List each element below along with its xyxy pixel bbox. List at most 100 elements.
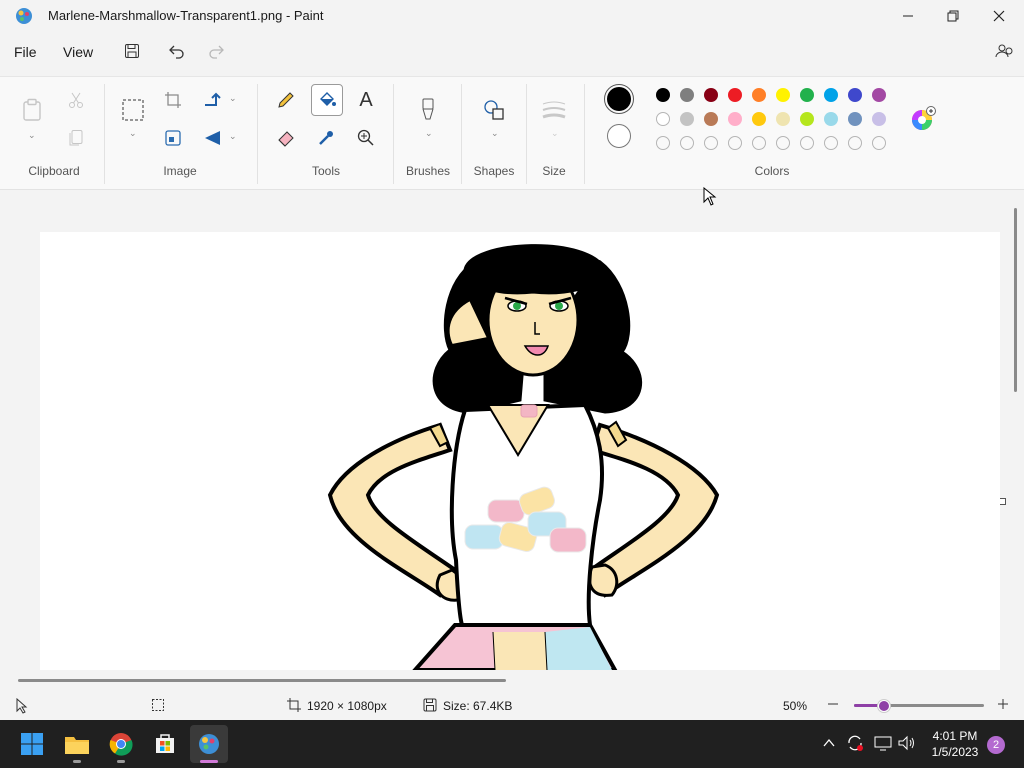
clock-time[interactable]: 4:01 PM <box>925 729 985 743</box>
canvas-dimensions: 1920 × 1080px <box>307 699 387 713</box>
palette-color-swatch[interactable] <box>728 88 742 102</box>
flip-dropdown-icon[interactable]: ⌄ <box>229 131 237 142</box>
flip-button[interactable] <box>198 124 226 152</box>
clock-date[interactable]: 1/5/2023 <box>925 745 985 759</box>
magnifier-button[interactable] <box>352 124 380 152</box>
custom-color-slot[interactable] <box>680 136 694 150</box>
copy-button[interactable] <box>62 124 90 152</box>
select-dropdown-icon[interactable]: ⌄ <box>129 128 137 139</box>
primary-color-button[interactable] <box>604 84 634 114</box>
canvas-resize-handle[interactable] <box>999 498 1006 505</box>
network-icon[interactable] <box>873 735 893 756</box>
rotate-button[interactable] <box>198 86 226 114</box>
brushes-button[interactable] <box>414 96 442 124</box>
cut-button[interactable] <box>62 86 90 114</box>
chrome-taskbar-button[interactable] <box>104 727 138 761</box>
paint-app-icon <box>14 6 34 26</box>
palette-color-swatch[interactable] <box>656 112 670 126</box>
edit-colors-button[interactable] <box>910 106 936 132</box>
custom-color-slot[interactable] <box>752 136 766 150</box>
notification-badge[interactable]: 2 <box>987 736 1005 754</box>
window-title: Marlene-Marshmallow-Transparent1.png - P… <box>48 8 324 23</box>
custom-color-slot[interactable] <box>704 136 718 150</box>
palette-color-swatch[interactable] <box>800 88 814 102</box>
paste-button[interactable] <box>18 96 46 124</box>
redo-icon <box>209 45 224 59</box>
palette-color-swatch[interactable] <box>824 88 838 102</box>
paint-taskbar-button[interactable] <box>190 725 228 763</box>
restore-button[interactable] <box>930 0 976 32</box>
account-button[interactable] <box>992 39 1016 63</box>
view-menu[interactable]: View <box>59 42 97 62</box>
size-dropdown-icon[interactable]: ⌄ <box>551 128 559 139</box>
shapes-button[interactable] <box>480 96 508 124</box>
palette-color-swatch[interactable] <box>680 88 694 102</box>
sync-status-icon[interactable] <box>845 734 865 757</box>
palette-color-swatch[interactable] <box>848 88 862 102</box>
zoom-slider[interactable] <box>854 704 984 707</box>
color-picker-button[interactable] <box>312 124 340 152</box>
palette-color-swatch[interactable] <box>656 88 670 102</box>
brushes-dropdown-icon[interactable]: ⌄ <box>425 128 433 139</box>
zoom-level[interactable]: 50% <box>783 699 807 713</box>
text-button[interactable]: A <box>352 86 380 114</box>
save-button[interactable] <box>120 39 144 63</box>
undo-button[interactable] <box>165 39 189 63</box>
palette-color-swatch[interactable] <box>800 112 814 126</box>
start-button[interactable] <box>15 727 49 761</box>
colors-group-label: Colors <box>754 164 790 178</box>
redo-button[interactable] <box>204 39 228 63</box>
shapes-group-label: Shapes <box>473 164 515 178</box>
secondary-color-button[interactable] <box>607 124 631 148</box>
select-button[interactable] <box>119 96 147 124</box>
zoom-out-button[interactable] <box>827 695 839 716</box>
custom-color-slot[interactable] <box>656 136 670 150</box>
custom-color-slot[interactable] <box>872 136 886 150</box>
file-menu[interactable]: File <box>10 42 41 62</box>
minimize-button[interactable] <box>885 0 931 32</box>
zoom-in-button[interactable] <box>997 697 1009 716</box>
palette-color-swatch[interactable] <box>728 112 742 126</box>
custom-color-slot[interactable] <box>824 136 838 150</box>
palette-color-swatch[interactable] <box>848 112 862 126</box>
palette-color-swatch[interactable] <box>680 112 694 126</box>
palette-color-swatch[interactable] <box>704 88 718 102</box>
palette-color-swatch[interactable] <box>776 112 790 126</box>
drawing-canvas[interactable] <box>40 232 1000 670</box>
palette-color-swatch[interactable] <box>872 112 886 126</box>
palette-color-swatch[interactable] <box>872 88 886 102</box>
close-button[interactable] <box>976 0 1022 32</box>
volume-icon[interactable] <box>897 735 917 756</box>
paste-dropdown-icon[interactable]: ⌄ <box>28 130 36 141</box>
fill-button[interactable] <box>311 84 343 116</box>
vertical-scrollbar[interactable] <box>1014 208 1017 392</box>
pencil-button[interactable] <box>272 86 300 114</box>
crop-button[interactable] <box>159 86 187 114</box>
eyedropper-icon <box>319 131 333 145</box>
mouse-cursor-icon <box>703 186 717 212</box>
palette-color-swatch[interactable] <box>752 112 766 126</box>
custom-color-slot[interactable] <box>848 136 862 150</box>
rotate-dropdown-icon[interactable]: ⌄ <box>229 93 237 104</box>
custom-color-slot[interactable] <box>728 136 742 150</box>
ribbon-separator <box>393 84 394 184</box>
minus-icon <box>828 703 838 705</box>
palette-color-swatch[interactable] <box>704 112 718 126</box>
palette-color-swatch[interactable] <box>776 88 790 102</box>
eraser-button[interactable] <box>272 124 300 152</box>
ribbon-separator <box>104 84 105 184</box>
resize-icon <box>165 130 181 146</box>
store-taskbar-button[interactable] <box>148 727 182 761</box>
horizontal-scrollbar[interactable] <box>18 679 506 682</box>
custom-color-slot[interactable] <box>800 136 814 150</box>
size-button[interactable] <box>540 96 568 124</box>
custom-color-slot[interactable] <box>776 136 790 150</box>
palette-color-swatch[interactable] <box>824 112 838 126</box>
show-hidden-icons-button[interactable] <box>822 736 836 754</box>
image-group-label: Image <box>163 164 197 178</box>
palette-color-swatch[interactable] <box>752 88 766 102</box>
resize-button[interactable] <box>159 124 187 152</box>
shapes-dropdown-icon[interactable]: ⌄ <box>491 128 499 139</box>
crop-icon <box>165 92 181 108</box>
file-explorer-taskbar-button[interactable] <box>60 727 94 761</box>
